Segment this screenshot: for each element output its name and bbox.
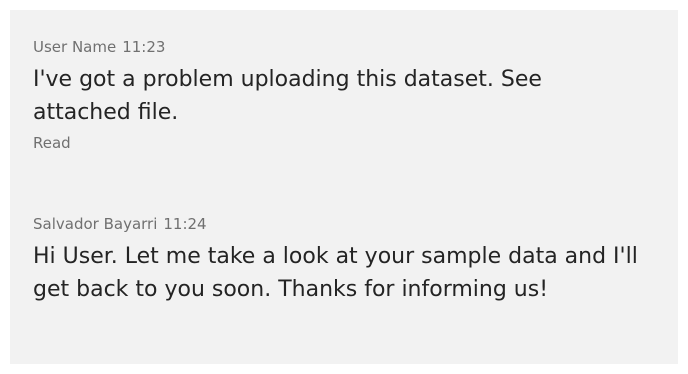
- chat-thread: User Name 11:23 I've got a problem uploa…: [10, 10, 678, 364]
- message-timestamp: 11:23: [122, 38, 166, 56]
- message-header: User Name 11:23: [33, 37, 658, 57]
- chat-message[interactable]: User Name 11:23 I've got a problem uploa…: [33, 37, 658, 153]
- sender-name: User Name: [33, 38, 117, 56]
- message-text: Hi User. Let me take a look at your samp…: [33, 244, 638, 302]
- message-header: Salvador Bayarri 11:24: [33, 214, 658, 234]
- message-timestamp: 11:24: [163, 215, 207, 233]
- chat-message[interactable]: Salvador Bayarri 11:24 Hi User. Let me t…: [33, 214, 658, 306]
- message-text: I've got a problem uploading this datase…: [33, 67, 542, 125]
- read-receipt: Read: [33, 134, 71, 152]
- sender-name: Salvador Bayarri: [33, 215, 158, 233]
